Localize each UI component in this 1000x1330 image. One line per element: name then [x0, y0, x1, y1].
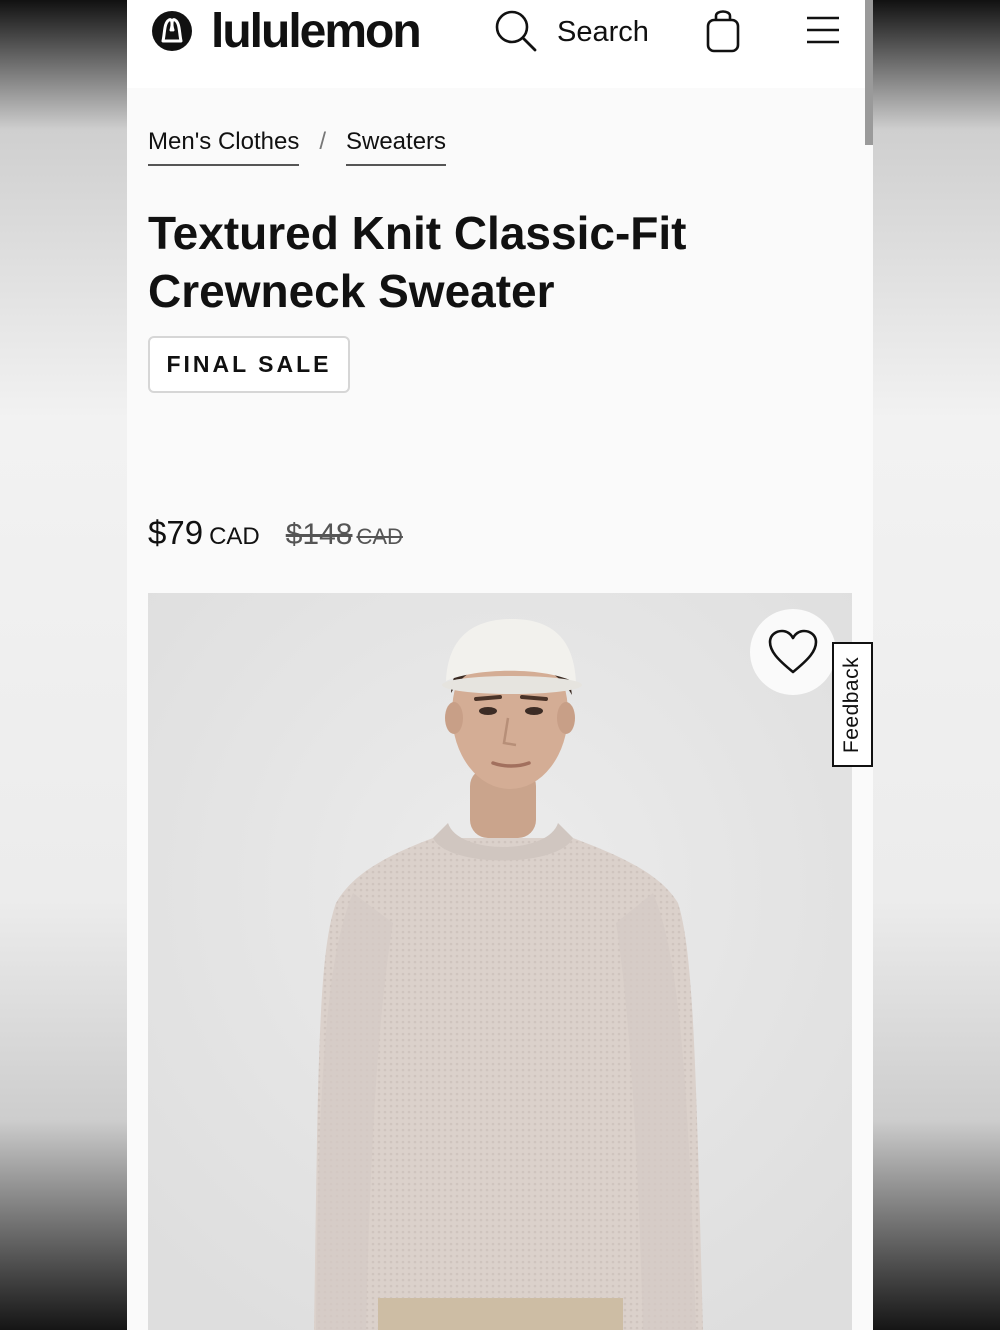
product-image[interactable] [148, 593, 852, 1330]
breadcrumb-mens-clothes[interactable]: Men's Clothes [148, 126, 300, 166]
lululemon-logo-icon[interactable] [151, 10, 193, 52]
final-sale-badge: FINAL SALE [148, 336, 350, 393]
search-icon[interactable] [494, 9, 538, 53]
brand-wordmark[interactable]: lululemon [211, 4, 422, 60]
breadcrumb-separator: / [319, 128, 326, 155]
scrollbar[interactable] [865, 0, 873, 145]
hamburger-menu-icon[interactable] [805, 14, 841, 46]
product-photo-illustration [148, 593, 852, 1330]
mobile-viewport: lululemon Search Men's Clothes / Sweater… [127, 0, 873, 1330]
sale-price: $79 [148, 514, 204, 551]
sale-price-currency: CAD [209, 523, 260, 550]
breadcrumb: Men's Clothes / Sweaters [148, 126, 447, 166]
price-row: $79 CAD $148 CAD [148, 514, 403, 552]
site-header: lululemon Search [127, 0, 865, 88]
shopping-bag-icon[interactable] [705, 8, 741, 54]
original-price-currency: CAD [356, 524, 403, 549]
product-title: Textured Knit Classic-Fit Crewneck Sweat… [148, 207, 687, 317]
feedback-label: Feedback [840, 656, 864, 753]
background-blur-left [0, 0, 127, 1330]
heart-icon [768, 629, 818, 674]
original-price: $148 [285, 518, 353, 551]
feedback-tab[interactable]: Feedback [832, 642, 873, 767]
search-button[interactable]: Search [557, 14, 649, 50]
wishlist-button[interactable] [750, 609, 836, 695]
background-blur-right [873, 0, 1000, 1330]
breadcrumb-sweaters[interactable]: Sweaters [345, 126, 447, 166]
